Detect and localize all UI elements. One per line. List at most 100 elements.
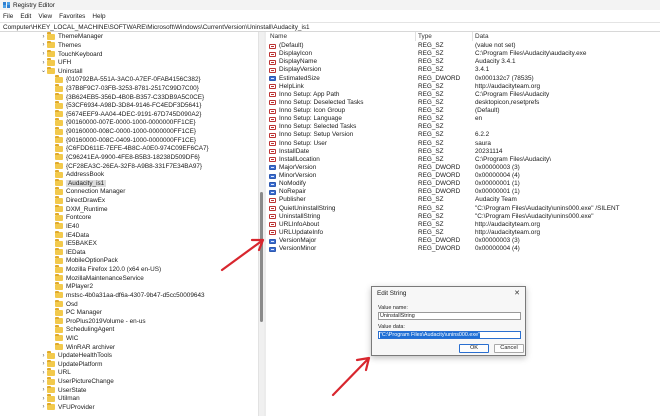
value-row[interactable]: HelpLink REG_SZ http://audacityteam.org — [266, 83, 660, 91]
tree-item[interactable]: › UpdatePlatform — [40, 359, 102, 369]
tree-item[interactable]: Mozilla Firefox 120.0 (x64 en-US) — [48, 265, 161, 274]
chevron-right-icon[interactable]: › — [40, 34, 47, 40]
column-header-data[interactable]: Data — [475, 32, 655, 41]
menu-favorites[interactable]: Favorites — [59, 13, 85, 20]
value-row[interactable]: DisplayIcon REG_SZ C:\Program Files\Audaci… — [266, 50, 660, 58]
column-header-type[interactable]: Type — [418, 32, 470, 41]
tree-item[interactable]: › UserPictureChange — [40, 377, 114, 386]
tree-item[interactable]: {37B8F9C7-03FB-3253-8781-2517C99D7C00} — [48, 84, 199, 93]
tree-item[interactable]: {C6FDD611E-7EFE-4B8C-A0E0-974C09EF6CA7} — [48, 144, 209, 154]
tree-item[interactable]: DXM_Runtime — [48, 204, 108, 214]
tree-item[interactable]: ProPlus2019Volume - en-us — [48, 316, 146, 326]
cancel-button[interactable]: Cancel — [494, 344, 524, 353]
tree-item[interactable]: {010792BA-551A-3AC0-A7EF-0FAB4156C382} — [48, 75, 201, 85]
tree-item[interactable]: MozillaMaintenanceService — [48, 273, 144, 283]
value-row[interactable]: VersionMinor REG_DWORD 0x00000004 (4) — [266, 245, 660, 253]
chevron-right-icon[interactable]: › — [40, 396, 47, 402]
close-icon[interactable]: ✕ — [514, 289, 520, 297]
chevron-down-icon[interactable]: ⌄ — [40, 68, 47, 74]
tree-item[interactable]: {C96241EA-9900-4FE8-B5B3-18238D509DF6} — [48, 152, 200, 162]
tree-item[interactable]: {5674EEF9-AA04-4DEC-9191-67D745D090A2} — [48, 109, 201, 119]
tree-item[interactable]: › UserState — [40, 385, 86, 395]
value-row[interactable]: Publisher REG_SZ Audacity Team — [266, 196, 660, 204]
value-row[interactable]: InstallLocation REG_SZ C:\Program Files\Au… — [266, 156, 660, 164]
tree-item[interactable]: Fontcore — [48, 213, 91, 223]
value-row[interactable]: Inno Setup: User REG_SZ saura — [266, 140, 660, 148]
column-divider[interactable] — [415, 32, 416, 41]
address-bar[interactable]: Computer\HKEY_LOCAL_MACHINE\SOFTWARE\Mic… — [0, 22, 660, 32]
tree-item[interactable]: IE4Data — [48, 230, 89, 240]
tree-item[interactable]: › UpdateHealthTools — [40, 351, 112, 360]
tree-item[interactable]: Connection Manager — [48, 187, 125, 197]
value-row[interactable]: (Default) REG_SZ (value not set) — [266, 42, 660, 50]
tree-item[interactable]: Osd — [48, 299, 78, 309]
tree-item[interactable]: › TouchKeyboard — [40, 49, 102, 59]
menu-file[interactable]: File — [3, 13, 13, 20]
value-row[interactable]: MajorVersion REG_DWORD 0x00000003 (3) — [266, 164, 660, 172]
value-row[interactable]: Inno Setup: Setup Version REG_SZ 6.2.2 — [266, 131, 660, 139]
chevron-right-icon[interactable]: › — [40, 404, 47, 410]
tree-item[interactable]: {53CF6934-A98D-3D84-9146-FC4EDF3D5641} — [48, 101, 201, 110]
tree-item[interactable]: {90160000-008C-0000-1000-0000000FF1CE} — [48, 127, 196, 136]
value-row[interactable]: Inno Setup: App Path REG_SZ C:\Program Fil… — [266, 91, 660, 99]
tree-item[interactable]: PC Manager — [48, 308, 102, 317]
value-row[interactable]: URLInfoAbout REG_SZ http://audacityteam.or… — [266, 221, 660, 229]
chevron-right-icon[interactable]: › — [40, 379, 47, 385]
ok-button[interactable]: OK — [459, 344, 489, 353]
chevron-right-icon[interactable]: › — [40, 51, 47, 57]
tree-scrollbar-thumb[interactable] — [260, 192, 263, 322]
tree-item[interactable]: › VFUProvider — [40, 402, 95, 412]
value-row[interactable]: DisplayVersion REG_SZ 3.4.1 — [266, 66, 660, 74]
chevron-right-icon[interactable]: › — [40, 387, 47, 393]
value-row[interactable]: VersionMajor REG_DWORD 0x00000003 (3) — [266, 237, 660, 245]
tree-item[interactable]: › UFH — [40, 58, 71, 67]
chevron-right-icon[interactable]: › — [40, 60, 47, 66]
value-row[interactable]: Inno Setup: Selected Tasks REG_SZ — [266, 123, 660, 131]
menu-help[interactable]: Help — [92, 13, 105, 20]
column-header-name[interactable]: Name — [270, 32, 410, 41]
value-row[interactable]: MinorVersion REG_DWORD 0x00000004 (4) — [266, 172, 660, 180]
value-row[interactable]: QuietUninstallString REG_SZ "C:\Program Fi… — [266, 205, 660, 213]
tree-item[interactable]: mstsc-4b0a31aa-df6a-4307-9b47-d5cc500096… — [48, 290, 205, 300]
value-row[interactable]: NoRepair REG_DWORD 0x00000001 (1) — [266, 188, 660, 196]
tree-item[interactable]: DirectDrawEx — [48, 196, 105, 205]
menu-view[interactable]: View — [38, 13, 52, 20]
chevron-right-icon[interactable]: › — [40, 370, 47, 376]
tree-item[interactable]: {3B624EB5-356D-4B0B-B357-C33DB9A5C0CE} — [48, 92, 204, 102]
tree-item[interactable]: IE5BAKEX — [48, 239, 97, 248]
tree-item[interactable]: WinRAR archiver — [48, 342, 115, 352]
value-row[interactable]: Inno Setup: Language REG_SZ en — [266, 115, 660, 123]
tree-item[interactable]: MobileOptionPack — [48, 256, 118, 266]
value-row[interactable]: DisplayName REG_SZ Audacity 3.4.1 — [266, 58, 660, 66]
tree-item[interactable]: › URL — [40, 368, 71, 378]
chevron-right-icon[interactable]: › — [40, 353, 47, 359]
tree-item[interactable]: ⌄ Uninstall — [40, 66, 83, 76]
chevron-right-icon[interactable]: › — [40, 42, 47, 48]
value-row[interactable]: NoModify REG_DWORD 0x00000001 (1) — [266, 180, 660, 188]
tree-item[interactable]: {90160000-007E-0000-1000-0000000FF1CE} — [48, 118, 196, 128]
value-row[interactable]: Inno Setup: Icon Group REG_SZ (Default) — [266, 107, 660, 115]
tree-item[interactable]: › Themes — [40, 40, 81, 50]
tree-item[interactable]: SchedulingAgent — [48, 325, 114, 335]
value-row[interactable]: Inno Setup: Deselected Tasks REG_SZ deskto… — [266, 99, 660, 107]
tree-item[interactable]: {90160000-008C-0409-1000-0000000FF1CE} — [48, 135, 196, 145]
column-divider[interactable] — [472, 32, 473, 41]
value-data-field[interactable]: "C:\Program Files\Audacity\unins000.exe" — [378, 331, 521, 339]
tree-item[interactable]: IE40 — [48, 221, 79, 231]
value-row[interactable]: InstallDate REG_SZ 20231114 — [266, 148, 660, 156]
tree-item[interactable]: Audacity_is1 — [48, 178, 107, 188]
tree-item[interactable]: IEData — [48, 247, 86, 257]
value-name-field[interactable]: UninstallString — [378, 312, 521, 320]
chevron-right-icon[interactable]: › — [40, 361, 47, 367]
tree-item[interactable]: WIC — [48, 333, 78, 343]
tree-item[interactable]: › Utilman — [40, 394, 80, 404]
menu-edit[interactable]: Edit — [20, 13, 31, 20]
tree-item[interactable]: MPlayer2 — [48, 282, 93, 291]
tree-item[interactable]: AddressBook — [48, 170, 104, 179]
value-row[interactable]: UninstallString REG_SZ "C:\Program Files\A… — [266, 213, 660, 221]
tree-item[interactable]: › ThemeManager — [40, 32, 103, 42]
value-row[interactable]: URLUpdateInfo REG_SZ http://audacityteam.o… — [266, 229, 660, 237]
value-name: MinorVersion — [279, 172, 317, 180]
value-row[interactable]: EstimatedSize REG_DWORD 0x000132c7 (78535) — [266, 75, 660, 83]
tree-item[interactable]: {CF28EA3C-26EA-32F8-A9B8-331F7E34BA97} — [48, 161, 202, 171]
